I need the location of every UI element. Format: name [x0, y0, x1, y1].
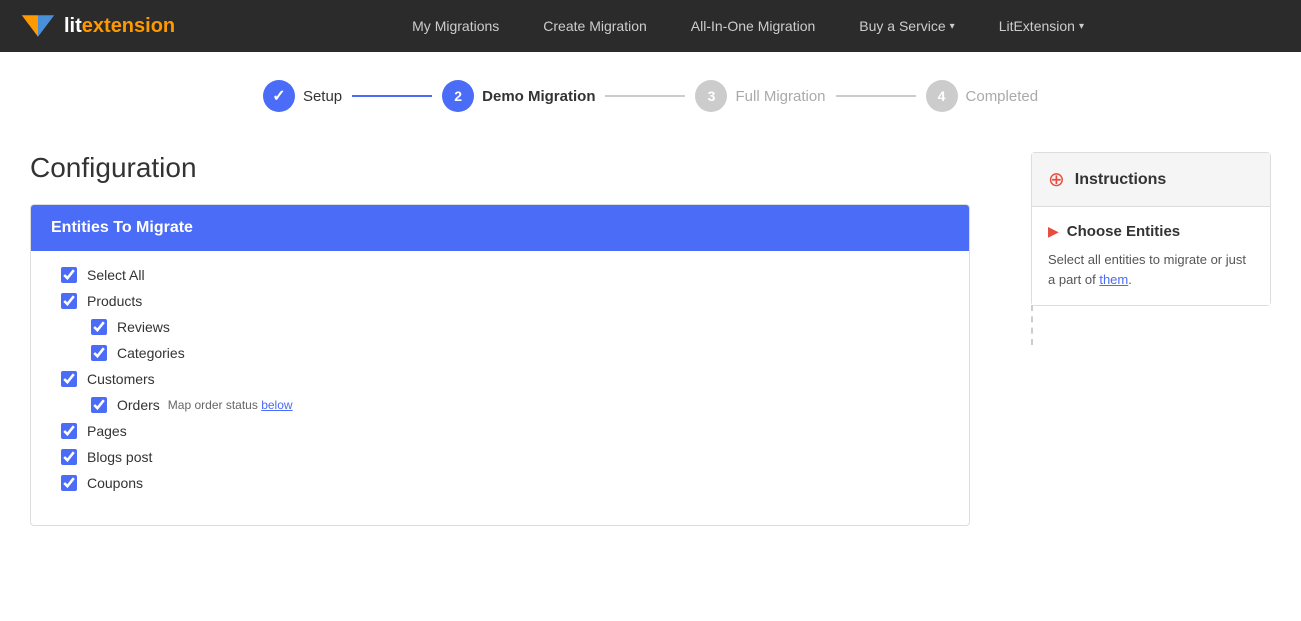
step-setup-label: Setup — [303, 88, 342, 105]
checkbox-blogs-post[interactable] — [61, 449, 77, 465]
logo[interactable]: litextension — [20, 8, 175, 44]
instructions-icon: ⊕ — [1048, 167, 1065, 192]
stepper: Setup 2 Demo Migration 3 Full Migration … — [0, 52, 1301, 132]
checkbox-row-products: Products — [61, 293, 939, 309]
map-order-link[interactable]: below — [261, 398, 292, 412]
checkbox-row-orders: Orders Map order status below — [91, 397, 939, 413]
checkbox-row-blogs-post: Blogs post — [61, 449, 939, 465]
step-line-1 — [352, 95, 432, 97]
step-full-circle: 3 — [695, 80, 727, 112]
checkbox-customers[interactable] — [61, 371, 77, 387]
entities-card: Entities To Migrate Select All Products … — [30, 204, 970, 526]
checkbox-select-all[interactable] — [61, 267, 77, 283]
checkbox-products[interactable] — [61, 293, 77, 309]
entities-header: Entities To Migrate — [31, 205, 969, 251]
step-setup-circle — [263, 80, 295, 112]
instructions-body-text: Select all entities to migrate or just a… — [1048, 250, 1254, 289]
page-title: Configuration — [30, 152, 1011, 184]
checkbox-coupons[interactable] — [61, 475, 77, 491]
nav-create-migration[interactable]: Create Migration — [521, 0, 669, 52]
instructions-section: ▶ Choose Entities — [1048, 223, 1254, 240]
choose-entities-arrow-icon: ▶ — [1048, 223, 1059, 240]
entities-body: Select All Products Reviews Categories — [31, 251, 969, 525]
map-order-status: Map order status below — [168, 398, 293, 412]
checkbox-row-reviews: Reviews — [91, 319, 939, 335]
label-select-all[interactable]: Select All — [87, 267, 145, 283]
label-coupons[interactable]: Coupons — [87, 475, 143, 491]
checkbox-pages[interactable] — [61, 423, 77, 439]
nav-litextension[interactable]: LitExtension ▾ — [977, 0, 1106, 52]
step-full-label: Full Migration — [735, 88, 825, 105]
instructions-section-title-text: Choose Entities — [1067, 223, 1180, 240]
instructions-title: Instructions — [1075, 171, 1167, 189]
setup-check-icon — [272, 86, 285, 106]
checkbox-row-categories: Categories — [91, 345, 939, 361]
nav-buy-a-service[interactable]: Buy a Service ▾ — [837, 0, 976, 52]
step-demo-label: Demo Migration — [482, 88, 595, 105]
step-line-3 — [836, 95, 916, 97]
nav-my-migrations[interactable]: My Migrations — [390, 0, 521, 52]
label-blogs-post[interactable]: Blogs post — [87, 449, 152, 465]
content-area: Configuration Entities To Migrate Select… — [30, 152, 1011, 526]
step-full-migration: 3 Full Migration — [695, 80, 825, 112]
checkbox-reviews[interactable] — [91, 319, 107, 335]
checkbox-categories[interactable] — [91, 345, 107, 361]
step-completed-circle: 4 — [926, 80, 958, 112]
instructions-body-link[interactable]: them — [1099, 272, 1128, 287]
label-products[interactable]: Products — [87, 293, 142, 309]
label-customers[interactable]: Customers — [87, 371, 155, 387]
label-categories[interactable]: Categories — [117, 345, 185, 361]
step-completed-label: Completed — [966, 88, 1039, 105]
checkbox-orders[interactable] — [91, 397, 107, 413]
sidebar: ⊕ Instructions ▶ Choose Entities Select … — [1031, 152, 1271, 526]
step-demo-migration: 2 Demo Migration — [442, 80, 595, 112]
label-reviews[interactable]: Reviews — [117, 319, 170, 335]
checkbox-row-select-all: Select All — [61, 267, 939, 283]
nav-all-in-one-migration[interactable]: All-In-One Migration — [669, 0, 838, 52]
checkbox-row-customers: Customers — [61, 371, 939, 387]
main-container: Configuration Entities To Migrate Select… — [0, 132, 1301, 546]
nav-links: My Migrations Create Migration All-In-On… — [215, 0, 1281, 52]
litextension-caret-icon: ▾ — [1079, 21, 1084, 32]
checkbox-row-coupons: Coupons — [61, 475, 939, 491]
buy-service-caret-icon: ▾ — [950, 21, 955, 32]
instructions-body: ▶ Choose Entities Select all entities to… — [1032, 207, 1270, 305]
label-orders[interactable]: Orders — [117, 397, 160, 413]
step-demo-circle: 2 — [442, 80, 474, 112]
navbar: litextension My Migrations Create Migrat… — [0, 0, 1301, 52]
instructions-card: ⊕ Instructions ▶ Choose Entities Select … — [1031, 152, 1271, 306]
step-setup: Setup — [263, 80, 342, 112]
step-line-2 — [605, 95, 685, 97]
instructions-header: ⊕ Instructions — [1032, 153, 1270, 207]
logo-text: litextension — [64, 15, 175, 38]
checkbox-row-pages: Pages — [61, 423, 939, 439]
step-completed: 4 Completed — [926, 80, 1039, 112]
label-pages[interactable]: Pages — [87, 423, 127, 439]
